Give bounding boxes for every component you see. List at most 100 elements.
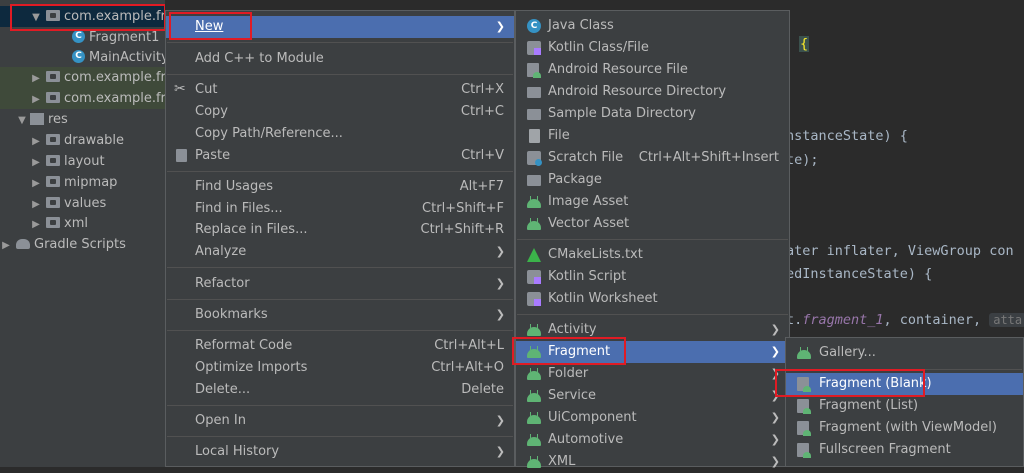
java-class-icon: C bbox=[527, 19, 541, 33]
chevron-right-icon[interactable]: ▶ bbox=[30, 173, 42, 194]
menu-item-find-usages[interactable]: Find Usages Alt+F7 bbox=[166, 176, 514, 198]
tree-item-drawable[interactable]: ▶ drawable bbox=[0, 130, 165, 151]
code-line-savedinstance: edInstanceState) { bbox=[786, 266, 933, 282]
tree-item-label: mipmap bbox=[64, 175, 118, 190]
tree-item-gradle-scripts[interactable]: ▶ Gradle Scripts bbox=[0, 234, 165, 255]
menu-item-analyze[interactable]: Analyze ❯ bbox=[166, 241, 514, 263]
tree-item-label: Gradle Scripts bbox=[34, 237, 126, 252]
menu-item-fragment-viewmodel[interactable]: Fragment (with ViewModel) bbox=[786, 417, 1023, 439]
android-icon bbox=[527, 434, 541, 446]
menu-item-file[interactable]: File bbox=[516, 125, 789, 147]
kotlin-worksheet-icon bbox=[527, 292, 541, 306]
folder-icon bbox=[527, 87, 541, 98]
menu-item-uicomponent[interactable]: UiComponent ❯ bbox=[516, 407, 789, 429]
package-icon bbox=[527, 175, 541, 186]
new-submenu: C Java Class Kotlin Class/File Android R… bbox=[515, 10, 790, 469]
menu-item-copy[interactable]: Copy Ctrl+C bbox=[166, 101, 514, 123]
menu-item-optimize-imports[interactable]: Optimize Imports Ctrl+Alt+O bbox=[166, 357, 514, 379]
tree-item-fragment1[interactable]: C Fragment1 bbox=[0, 27, 165, 48]
tree-item-mainactivity[interactable]: C MainActivity bbox=[0, 47, 169, 68]
menu-item-xml[interactable]: XML ❯ bbox=[516, 451, 789, 473]
folder-icon bbox=[46, 197, 60, 208]
tree-item-label: Fragment1 bbox=[89, 30, 160, 45]
menu-item-find-in-files[interactable]: Find in Files... Ctrl+Shift+F bbox=[166, 198, 514, 220]
menu-item-add-cpp[interactable]: Add C++ to Module bbox=[166, 48, 514, 70]
java-class-icon: C bbox=[72, 50, 85, 63]
kotlin-file-icon bbox=[527, 41, 541, 55]
tree-item-label: res bbox=[48, 112, 68, 127]
chevron-right-icon[interactable]: ▶ bbox=[30, 68, 42, 89]
menu-item-automotive[interactable]: Automotive ❯ bbox=[516, 429, 789, 451]
menu-item-activity[interactable]: Activity ❯ bbox=[516, 319, 789, 341]
menu-item-open-in[interactable]: Open In ❯ bbox=[166, 410, 514, 432]
menu-item-image-asset[interactable]: Image Asset bbox=[516, 191, 789, 213]
menu-item-scratch-file[interactable]: Scratch File Ctrl+Alt+Shift+Insert bbox=[516, 147, 789, 169]
tree-item-package-1[interactable]: ▼ com.example.fr bbox=[0, 6, 166, 28]
tree-item-package-3[interactable]: ▶ com.example.fr bbox=[0, 88, 166, 110]
menu-item-kotlin-worksheet[interactable]: Kotlin Worksheet bbox=[516, 288, 789, 310]
menu-item-delete[interactable]: Delete... Delete bbox=[166, 379, 514, 401]
menu-item-fragment[interactable]: Fragment ❯ bbox=[516, 341, 789, 363]
tree-item-xml[interactable]: ▶ xml bbox=[0, 213, 165, 234]
android-icon bbox=[797, 347, 811, 359]
tree-item-label: values bbox=[64, 196, 107, 211]
chevron-down-icon[interactable]: ▼ bbox=[16, 110, 28, 131]
menu-item-java-class[interactable]: C Java Class bbox=[516, 15, 789, 37]
menu-item-cut[interactable]: ✂ Cut Ctrl+X bbox=[166, 79, 514, 101]
gradle-icon bbox=[16, 238, 30, 249]
menu-item-package[interactable]: Package bbox=[516, 169, 789, 191]
menu-item-kotlin-class[interactable]: Kotlin Class/File bbox=[516, 37, 789, 59]
java-class-icon: C bbox=[72, 30, 85, 43]
chevron-right-icon[interactable]: ▶ bbox=[30, 89, 42, 110]
menu-separator bbox=[167, 171, 513, 172]
folder-icon bbox=[527, 109, 541, 120]
chevron-right-icon[interactable]: ▶ bbox=[30, 194, 42, 215]
chevron-right-icon[interactable]: ▶ bbox=[0, 235, 12, 256]
chevron-right-icon[interactable]: ▶ bbox=[30, 152, 42, 173]
menu-item-replace-in-files[interactable]: Replace in Files... Ctrl+Shift+R bbox=[166, 219, 514, 241]
package-folder-icon bbox=[46, 92, 60, 103]
menu-item-reformat-code[interactable]: Reformat Code Ctrl+Alt+L bbox=[166, 335, 514, 357]
tree-item-package-2[interactable]: ▶ com.example.fr bbox=[0, 67, 166, 89]
menu-item-fullscreen-fragment[interactable]: Fullscreen Fragment bbox=[786, 439, 1023, 461]
menu-item-copy-path[interactable]: Copy Path/Reference... bbox=[166, 123, 514, 145]
tree-item-res[interactable]: ▼ res bbox=[0, 109, 165, 130]
tree-item-layout[interactable]: ▶ layout bbox=[0, 151, 165, 172]
tree-item-values[interactable]: ▶ values bbox=[0, 193, 165, 214]
menu-item-fragment-list[interactable]: Fragment (List) bbox=[786, 395, 1023, 417]
menu-item-folder[interactable]: Folder ❯ bbox=[516, 363, 789, 385]
menu-item-bookmarks[interactable]: Bookmarks ❯ bbox=[166, 304, 514, 326]
chevron-right-icon: ❯ bbox=[495, 414, 505, 427]
menu-item-cmakelists[interactable]: CMakeLists.txt bbox=[516, 244, 789, 266]
menu-separator bbox=[517, 314, 788, 315]
scissors-icon: ✂ bbox=[174, 81, 186, 97]
menu-item-service[interactable]: Service ❯ bbox=[516, 385, 789, 407]
chevron-right-icon: ❯ bbox=[495, 245, 505, 258]
menu-item-kotlin-script[interactable]: Kotlin Script bbox=[516, 266, 789, 288]
android-icon bbox=[527, 196, 541, 208]
context-menu: New ❯ Add C++ to Module ✂ Cut Ctrl+X Cop… bbox=[165, 10, 515, 467]
fragment-icon bbox=[797, 399, 811, 414]
menu-item-android-resource-directory[interactable]: Android Resource Directory bbox=[516, 81, 789, 103]
cmake-icon bbox=[527, 248, 541, 262]
chevron-right-icon[interactable]: ▶ bbox=[30, 214, 42, 235]
menu-item-refactor[interactable]: Refactor ❯ bbox=[166, 273, 514, 295]
line-number: 15 bbox=[385, 0, 399, 2]
menu-item-vector-asset[interactable]: Vector Asset bbox=[516, 213, 789, 235]
tree-item-mipmap[interactable]: ▶ mipmap bbox=[0, 172, 165, 193]
menu-item-gallery[interactable]: Gallery... bbox=[786, 342, 1023, 364]
scratch-file-icon bbox=[527, 151, 542, 166]
clipboard-icon bbox=[176, 149, 187, 162]
chevron-right-icon[interactable]: ▶ bbox=[30, 131, 42, 152]
menu-item-android-resource-file[interactable]: Android Resource File bbox=[516, 59, 789, 81]
menu-separator bbox=[787, 369, 1022, 370]
menu-item-local-history[interactable]: Local History ❯ bbox=[166, 441, 514, 463]
folder-icon bbox=[46, 155, 60, 166]
chevron-down-icon[interactable]: ▼ bbox=[30, 7, 42, 28]
chevron-right-icon: ❯ bbox=[770, 433, 780, 446]
menu-item-fragment-blank[interactable]: Fragment (Blank) bbox=[786, 373, 1023, 395]
menu-item-paste[interactable]: Paste Ctrl+V bbox=[166, 145, 514, 167]
menu-item-new[interactable]: New ❯ bbox=[166, 16, 514, 38]
menu-item-sample-data-directory[interactable]: Sample Data Directory bbox=[516, 103, 789, 125]
chevron-right-icon: ❯ bbox=[495, 308, 505, 321]
